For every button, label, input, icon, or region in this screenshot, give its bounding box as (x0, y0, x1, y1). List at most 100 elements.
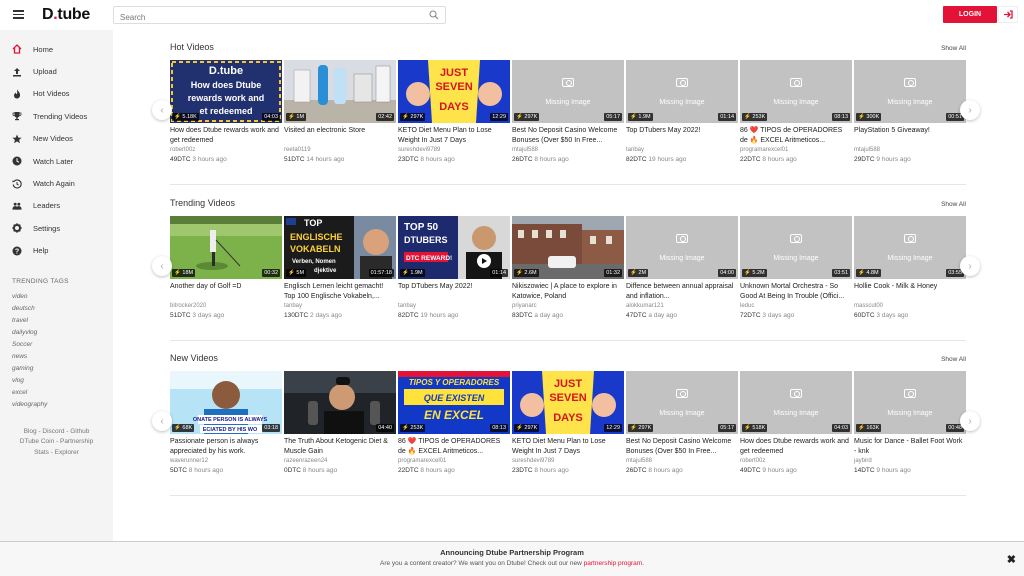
video-title[interactable]: 86 ❤️ TIPOS de OPERADORES de 🔥 EXCEL Ari… (740, 126, 852, 146)
trending-tag[interactable]: news (0, 351, 113, 363)
video-title[interactable]: Music for Dance - Ballet Foot Work - knk (854, 437, 966, 457)
footer-line-1[interactable]: Blog - Discord - Github (0, 427, 113, 438)
sign-in-icon[interactable] (998, 6, 1018, 23)
video-title[interactable]: The Truth About Ketogenic Diet & Muscle … (284, 437, 396, 457)
video-author[interactable]: alokkumar121 (626, 303, 738, 309)
video-title[interactable]: Another day of Golf =D (170, 282, 282, 302)
video-title[interactable]: Unknown Mortal Orchestra - So Good At Be… (740, 282, 852, 302)
video-card[interactable]: JUST SEVEN DAYS ⚡ 297K 12:29 KETO Diet Menu P… (398, 60, 510, 163)
sidebar-item-leaders[interactable]: Leaders (0, 195, 113, 217)
video-author[interactable]: leduc (740, 303, 852, 309)
video-title[interactable]: PlayStation 5 Giveaway! (854, 126, 966, 146)
video-title[interactable]: Top DTubers May 2022! (398, 282, 510, 302)
video-author[interactable]: masscut00 (854, 303, 966, 309)
video-title[interactable]: Visited an electronic Store (284, 126, 396, 146)
video-thumbnail[interactable]: Missing Image ⚡ 2M 04:00 (626, 216, 738, 279)
show-all-link[interactable]: Show All (941, 356, 966, 363)
close-icon[interactable]: ✖ (1007, 553, 1016, 566)
video-title[interactable]: How does Dtube rewards work and get rede… (170, 126, 282, 146)
video-thumbnail[interactable]: ⚡ 1M 02:42 (284, 60, 396, 123)
trending-tag[interactable]: video (0, 291, 113, 303)
video-card[interactable]: Missing Image ⚡ 297K 05:17 Best No Deposit … (512, 60, 624, 163)
video-author[interactable]: tanbay (398, 303, 510, 309)
video-card[interactable]: Missing Image ⚡ 1.9M 01:14 Top DTubers May … (626, 60, 738, 163)
show-all-link[interactable]: Show All (941, 201, 966, 208)
video-card[interactable]: ⚡ 1M 02:42 Visited an electronic Store reet… (284, 60, 396, 163)
video-thumbnail[interactable]: Missing Image ⚡ 253K 08:13 (740, 60, 852, 123)
video-card[interactable]: Missing Image ⚡ 518K 04:03 How does Dtube r… (740, 371, 852, 474)
video-thumbnail[interactable]: Missing Image ⚡ 297K 05:17 (626, 371, 738, 434)
video-card[interactable]: ⚡ 2.6M 01:32 Nikiszowiec | A place to expl… (512, 216, 624, 319)
video-title[interactable]: KETO Diet Menu Plan to Lose Weight In Ju… (512, 437, 624, 457)
video-card[interactable]: Missing Image ⚡ 5.2M 03:51 Unknown Mortal O… (740, 216, 852, 319)
video-title[interactable]: Diffence between annual appraisal and in… (626, 282, 738, 302)
video-thumbnail[interactable]: Missing Image ⚡ 5.2M 03:51 (740, 216, 852, 279)
video-author[interactable]: bitrocker2020 (170, 303, 282, 309)
video-title[interactable]: Passionate person is always appreciated … (170, 437, 282, 457)
video-card[interactable]: TOP 50 DTUBERS DTC REWARD! ⚡ 1.9M 01:14 Top D… (398, 216, 510, 319)
sidebar-item-watch-again[interactable]: Watch Again (0, 172, 113, 194)
video-thumbnail[interactable]: TOP ENGLISCHE VOKABELN Verben, Nomen djektiv… (284, 216, 396, 279)
video-thumbnail[interactable]: 04:40 (284, 371, 396, 434)
video-thumbnail[interactable]: Missing Image ⚡ 297K 05:17 (512, 60, 624, 123)
trending-tag[interactable]: dailyvlog (0, 327, 113, 339)
video-author[interactable]: waverunner12 (170, 458, 282, 464)
video-title[interactable]: Hollie Cook - Milk & Honey (854, 282, 966, 302)
sidebar-item-hot-videos[interactable]: Hot Videos (0, 83, 113, 105)
video-author[interactable]: tanbay (626, 147, 738, 153)
sidebar-item-new-videos[interactable]: New Videos (0, 128, 113, 150)
video-title[interactable]: Englisch Lernen leicht gemacht! Top 100 … (284, 282, 396, 302)
carousel-next-button[interactable]: › (960, 256, 980, 276)
search-icon[interactable] (429, 10, 439, 20)
video-author[interactable]: programarexcel01 (740, 147, 852, 153)
video-thumbnail[interactable]: Missing Image ⚡ 163K 00:48 (854, 371, 966, 434)
carousel-next-button[interactable]: › (960, 411, 980, 431)
video-thumbnail[interactable]: D.tube How does Dtube rewards work and et r… (170, 60, 282, 123)
video-author[interactable]: sureshdevi9789 (512, 458, 624, 464)
show-all-link[interactable]: Show All (941, 45, 966, 52)
video-card[interactable]: Missing Image ⚡ 253K 08:13 86 ❤️ TIPOS de O… (740, 60, 852, 163)
video-title[interactable]: KETO Diet Menu Plan to Lose Weight In Ju… (398, 126, 510, 146)
video-card[interactable]: TOP ENGLISCHE VOKABELN Verben, Nomen djektiv… (284, 216, 396, 319)
video-author[interactable]: mtajul588 (854, 147, 966, 153)
trending-tag[interactable]: gaming (0, 363, 113, 375)
trending-tag[interactable]: videography (0, 399, 113, 411)
video-author[interactable]: priyanarc (512, 303, 624, 309)
video-author[interactable]: jaybird (854, 458, 966, 464)
video-thumbnail[interactable]: JUST SEVEN DAYS ⚡ 297K 12:29 (512, 371, 624, 434)
search-input[interactable] (114, 9, 414, 26)
video-card[interactable]: ONATE PERSON IS ALWAYS ECIATED BY HIS WO ⚡… (170, 371, 282, 474)
sidebar-item-help[interactable]: ? Help (0, 240, 113, 262)
login-button[interactable]: LOGIN (943, 6, 997, 23)
video-title[interactable]: Best No Deposit Casino Welcome Bonuses (… (512, 126, 624, 146)
sidebar-item-watch-later[interactable]: Watch Later (0, 150, 113, 172)
sidebar-item-trending-videos[interactable]: Trending Videos (0, 105, 113, 127)
trending-tag[interactable]: excel (0, 387, 113, 399)
carousel-prev-button[interactable]: ‹ (152, 411, 172, 431)
video-author[interactable]: reeta0119 (284, 147, 396, 153)
trending-tag[interactable]: Soccer (0, 339, 113, 351)
video-card[interactable]: Missing Image ⚡ 163K 00:48 Music for Dance … (854, 371, 966, 474)
video-title[interactable]: Nikiszowiec | A place to explore in Kato… (512, 282, 624, 302)
footer-line-2[interactable]: DTube Coin - Partnership (0, 437, 113, 448)
video-card[interactable]: D.tube How does Dtube rewards work and et r… (170, 60, 282, 163)
video-card[interactable]: Missing Image ⚡ 4.8M 03:55 Hollie Cook - Mi… (854, 216, 966, 319)
video-thumbnail[interactable]: Missing Image ⚡ 518K 04:03 (740, 371, 852, 434)
video-thumbnail[interactable]: Missing Image ⚡ 4.8M 03:55 (854, 216, 966, 279)
video-author[interactable]: mtajul588 (626, 458, 738, 464)
video-author[interactable]: robert00z (170, 147, 282, 153)
logo[interactable]: D.tube (42, 6, 90, 24)
video-author[interactable]: sureshdevi9789 (398, 147, 510, 153)
video-card[interactable]: TIPOS Y OPERADORES QUE EXISTEN EN EXCEL ⚡ 2… (398, 371, 510, 474)
video-card[interactable]: Missing Image ⚡ 2M 04:00 Diffence between a… (626, 216, 738, 319)
video-author[interactable]: razeenrazeen24 (284, 458, 396, 464)
search-box[interactable] (113, 6, 446, 26)
video-title[interactable]: Best No Deposit Casino Welcome Bonuses (… (626, 437, 738, 457)
trending-tag[interactable]: vlog (0, 375, 113, 387)
sidebar-item-upload[interactable]: Upload (0, 60, 113, 82)
video-title[interactable]: 86 ❤️ TIPOS de OPERADORES de 🔥 EXCEL Ari… (398, 437, 510, 457)
video-thumbnail[interactable]: TOP 50 DTUBERS DTC REWARD! ⚡ 1.9M 01:14 (398, 216, 510, 279)
video-thumbnail[interactable]: TIPOS Y OPERADORES QUE EXISTEN EN EXCEL ⚡ 2… (398, 371, 510, 434)
carousel-next-button[interactable]: › (960, 100, 980, 120)
video-title[interactable]: Top DTubers May 2022! (626, 126, 738, 146)
